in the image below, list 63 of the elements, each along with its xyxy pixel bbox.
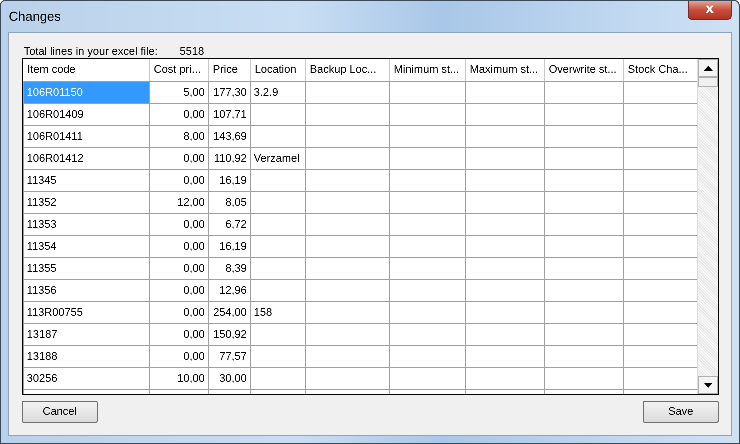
column-header[interactable]: Maximum st... <box>466 59 544 82</box>
table-cell: 6,72 <box>208 214 250 236</box>
table-cell: 0,00 <box>150 324 208 346</box>
table-cell: 143,69 <box>208 126 250 148</box>
dialog-button[interactable]: Cancel <box>22 401 98 423</box>
dialog-button[interactable]: Save <box>643 401 719 423</box>
table-cell: 0,00 <box>150 280 208 302</box>
column-header[interactable]: Price <box>208 59 250 82</box>
table-cell: 77,57 <box>208 346 250 368</box>
table-cell: 0,00 <box>150 236 208 258</box>
column-header[interactable]: Overwrite st... <box>544 59 624 82</box>
table-cell[interactable]: 13187 <box>24 324 150 346</box>
table-cell: 177,30 <box>208 82 250 104</box>
table-cell: 0,00 <box>150 302 208 324</box>
table-cell[interactable]: 106R01409 <box>24 104 150 126</box>
summary-value: 5518 <box>180 46 204 58</box>
table-cell: 0,00 <box>150 104 208 126</box>
table-cell: 150,92 <box>208 324 250 346</box>
table-cell: 8,05 <box>208 192 250 214</box>
table-cell[interactable]: 30256 <box>24 368 150 390</box>
window-title: Changes <box>9 9 62 24</box>
table-cell: 110,92 <box>208 148 250 170</box>
table-cell: 0,00 <box>150 346 208 368</box>
table-cell: 12,00 <box>150 192 208 214</box>
scroll-up-icon[interactable] <box>698 59 718 77</box>
summary-label: Total lines in your excel file: <box>24 46 158 58</box>
table-cell: 16,19 <box>208 236 250 258</box>
table-cell[interactable]: 11354 <box>24 236 150 258</box>
table-cell[interactable]: 13188 <box>24 346 150 368</box>
table-cell: 16,19 <box>208 170 250 192</box>
table-cell: 3.2.9 <box>250 82 306 104</box>
table-cell: 8,39 <box>208 258 250 280</box>
table-cell[interactable]: 106R01411 <box>24 126 150 148</box>
vertical-scrollbar[interactable] <box>697 59 718 394</box>
table-cell: 0,00 <box>150 214 208 236</box>
scroll-down-icon[interactable] <box>698 376 718 394</box>
table-cell: 158 <box>250 302 306 324</box>
table-cell: 254,00 <box>208 302 250 324</box>
table-cell[interactable]: 11355 <box>24 258 150 280</box>
close-button[interactable]: x <box>688 1 732 20</box>
column-header[interactable]: Cost pri... <box>150 59 208 82</box>
table-cell: 0,00 <box>150 258 208 280</box>
column-header[interactable]: Stock Cha... <box>624 59 697 82</box>
table-cell[interactable]: 11356 <box>24 280 150 302</box>
table-cell: 10,00 <box>150 368 208 390</box>
table-cell[interactable]: 11345 <box>24 170 150 192</box>
column-header[interactable]: Backup Loc... <box>306 59 390 82</box>
column-header[interactable]: Location <box>250 59 306 82</box>
table-cell: 8,00 <box>150 126 208 148</box>
column-header[interactable]: Minimum st... <box>390 59 466 82</box>
table-cell: 107,71 <box>208 104 250 126</box>
column-header[interactable]: Item code <box>24 59 150 82</box>
table-cell: 30,00 <box>208 368 250 390</box>
table-cell[interactable]: 11353 <box>24 214 150 236</box>
table-cell: 0,00 <box>150 170 208 192</box>
table-cell: 5,00 <box>150 82 208 104</box>
table-cell[interactable]: 11352 <box>24 192 150 214</box>
table-cell[interactable]: 113R00755 <box>24 302 150 324</box>
table-cell: 0,00 <box>150 148 208 170</box>
table-cell[interactable]: 106R01412 <box>24 148 150 170</box>
scroll-thumb[interactable] <box>698 77 718 87</box>
table-cell: Verzamel <box>250 148 306 170</box>
table-cell: 12,96 <box>208 280 250 302</box>
